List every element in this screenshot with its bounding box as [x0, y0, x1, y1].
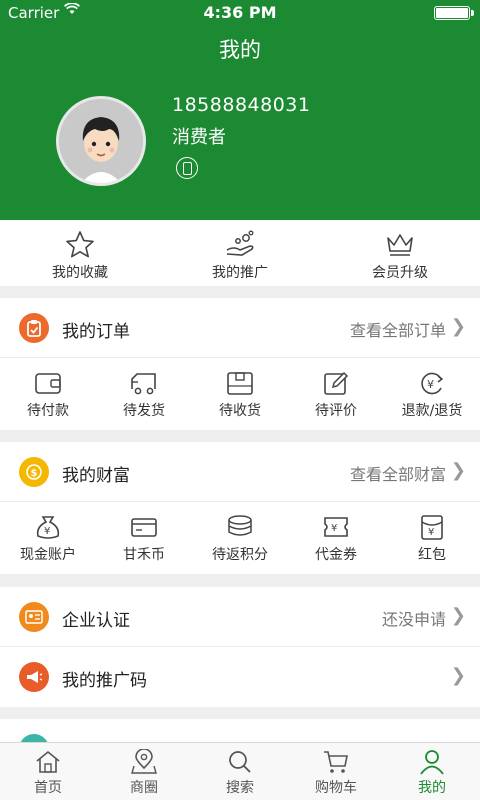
- order-status-row: 待付款 待发货 待收货 待评价 ¥ 退款/退货: [0, 358, 480, 430]
- pending-payment-label: 待付款: [27, 403, 69, 419]
- voucher-icon: ¥: [324, 517, 348, 537]
- orders-section: 我的订单 查看全部订单 ❯ 待付款 待发货 待收货 待评价 ¥ 退款/退货: [0, 298, 480, 430]
- refund-return-label: 退款/退货: [401, 403, 463, 419]
- truck-icon: [131, 373, 156, 395]
- star-icon: [66, 231, 94, 258]
- avatar-cartoon-boy-icon: [59, 99, 143, 183]
- promotion-label: 我的推广: [212, 265, 268, 281]
- user-icon: [420, 750, 444, 775]
- chevron-right-icon: ❯: [450, 605, 466, 626]
- svg-text:¥: ¥: [44, 526, 50, 537]
- pending-points-button[interactable]: 待返积分: [192, 502, 288, 574]
- tab-business-circle-label: 商圈: [130, 780, 158, 796]
- crown-icon: [387, 234, 413, 256]
- red-packet-label: 红包: [418, 547, 446, 563]
- pending-payment-button[interactable]: 待付款: [0, 358, 96, 430]
- next-row-partial: [0, 719, 480, 743]
- user-phone: 18588848031: [172, 94, 311, 116]
- coin-icon: $: [19, 457, 49, 487]
- profile-header: Carrier 4:36 PM 我的 18588848031 消费者: [0, 0, 480, 220]
- chevron-right-icon: ❯: [450, 460, 466, 481]
- cart-icon: [324, 751, 348, 773]
- view-all-orders-link[interactable]: 查看全部订单: [350, 317, 446, 341]
- orders-title: 我的订单: [62, 322, 130, 342]
- wealth-title: 我的财富: [62, 466, 130, 486]
- map-pin-icon: [131, 749, 157, 774]
- promo-code-row[interactable]: 我的推广码 ❯: [0, 647, 480, 707]
- coin-stack-icon: [228, 515, 252, 536]
- voucher-button[interactable]: ¥ 代金券: [288, 502, 384, 574]
- tab-mine-label: 我的: [418, 780, 446, 796]
- vip-upgrade-label: 会员升级: [372, 265, 428, 281]
- svg-text:¥: ¥: [331, 523, 337, 534]
- pending-receipt-label: 待收货: [219, 403, 261, 419]
- favorites-button[interactable]: 我的收藏: [0, 220, 160, 286]
- svg-text:¥: ¥: [427, 378, 434, 391]
- edit-icon: [324, 371, 349, 395]
- quick-actions: 我的收藏 我的推广 会员升级: [0, 220, 480, 286]
- tab-cart-label: 购物车: [315, 780, 357, 796]
- search-icon: [229, 751, 251, 773]
- ganhe-coin-label: 甘禾币: [123, 547, 165, 563]
- chevron-right-icon: ❯: [450, 665, 466, 686]
- promotion-button[interactable]: 我的推广: [160, 220, 320, 286]
- svg-text:$: $: [31, 468, 38, 479]
- enterprise-cert-title: 企业认证: [62, 611, 130, 631]
- megaphone-icon: [19, 662, 49, 692]
- red-packet-icon: ¥: [421, 515, 443, 540]
- status-time: 4:36 PM: [203, 3, 277, 22]
- bottom-tab-bar: 首页 商圈 搜索 购物车 我的: [0, 742, 480, 800]
- ganhe-coin-button[interactable]: 甘禾币: [96, 502, 192, 574]
- orders-header[interactable]: 我的订单 查看全部订单 ❯: [0, 298, 480, 358]
- enterprise-cert-status: 还没申请: [381, 610, 446, 629]
- enterprise-cert-row[interactable]: 企业认证 还没申请 ❯: [0, 587, 480, 647]
- mobile-bind-icon[interactable]: [176, 157, 198, 179]
- favorites-label: 我的收藏: [52, 265, 108, 281]
- wealth-section: $ 我的财富 查看全部财富 ❯ ¥ 现金账户 甘禾币 待返积分 ¥ 代金券 ¥ …: [0, 442, 480, 574]
- tab-cart[interactable]: 购物车: [288, 743, 384, 800]
- pending-shipment-label: 待发货: [123, 403, 165, 419]
- package-icon: [227, 372, 253, 395]
- pending-review-label: 待评价: [315, 403, 357, 419]
- pending-points-label: 待返积分: [212, 547, 268, 563]
- cash-account-button[interactable]: ¥ 现金账户: [0, 502, 96, 574]
- page-title: 我的: [219, 38, 261, 62]
- pending-review-button[interactable]: 待评价: [288, 358, 384, 430]
- view-all-wealth-link[interactable]: 查看全部财富: [350, 461, 446, 485]
- voucher-label: 代金券: [315, 547, 357, 563]
- id-card-icon: [19, 602, 49, 632]
- clipboard-icon: [19, 313, 49, 343]
- promo-code-title: 我的推广码: [62, 671, 147, 691]
- wealth-header[interactable]: $ 我的财富 查看全部财富 ❯: [0, 442, 480, 502]
- money-bag-icon: ¥: [36, 516, 60, 539]
- tab-home-label: 首页: [34, 780, 62, 796]
- avatar[interactable]: [56, 96, 146, 186]
- svg-text:¥: ¥: [428, 527, 434, 538]
- battery-icon: [434, 6, 474, 20]
- tab-mine[interactable]: 我的: [384, 743, 480, 800]
- red-packet-button[interactable]: ¥ 红包: [384, 502, 480, 574]
- card-icon: [131, 518, 157, 537]
- wallet-icon: [35, 373, 61, 394]
- tab-search[interactable]: 搜索: [192, 743, 288, 800]
- vip-upgrade-button[interactable]: 会员升级: [320, 220, 480, 286]
- user-role: 消费者: [172, 127, 226, 148]
- chevron-right-icon: ❯: [450, 316, 466, 337]
- pending-shipment-button[interactable]: 待发货: [96, 358, 192, 430]
- hand-coins-icon: [226, 230, 254, 256]
- pending-receipt-button[interactable]: 待收货: [192, 358, 288, 430]
- cash-account-label: 现金账户: [20, 547, 76, 563]
- profile-screen: Carrier 4:36 PM 我的 18588848031 消费者 我的收藏 …: [0, 0, 480, 800]
- tab-business-circle[interactable]: 商圈: [96, 743, 192, 800]
- tab-home[interactable]: 首页: [0, 743, 96, 800]
- home-icon: [36, 750, 60, 773]
- status-bar: Carrier 4:36 PM: [0, 0, 480, 26]
- refund-yen-icon: ¥: [421, 372, 444, 395]
- refund-return-button[interactable]: ¥ 退款/退货: [384, 358, 480, 430]
- tab-search-label: 搜索: [226, 780, 254, 796]
- wealth-row: ¥ 现金账户 甘禾币 待返积分 ¥ 代金券 ¥ 红包: [0, 502, 480, 574]
